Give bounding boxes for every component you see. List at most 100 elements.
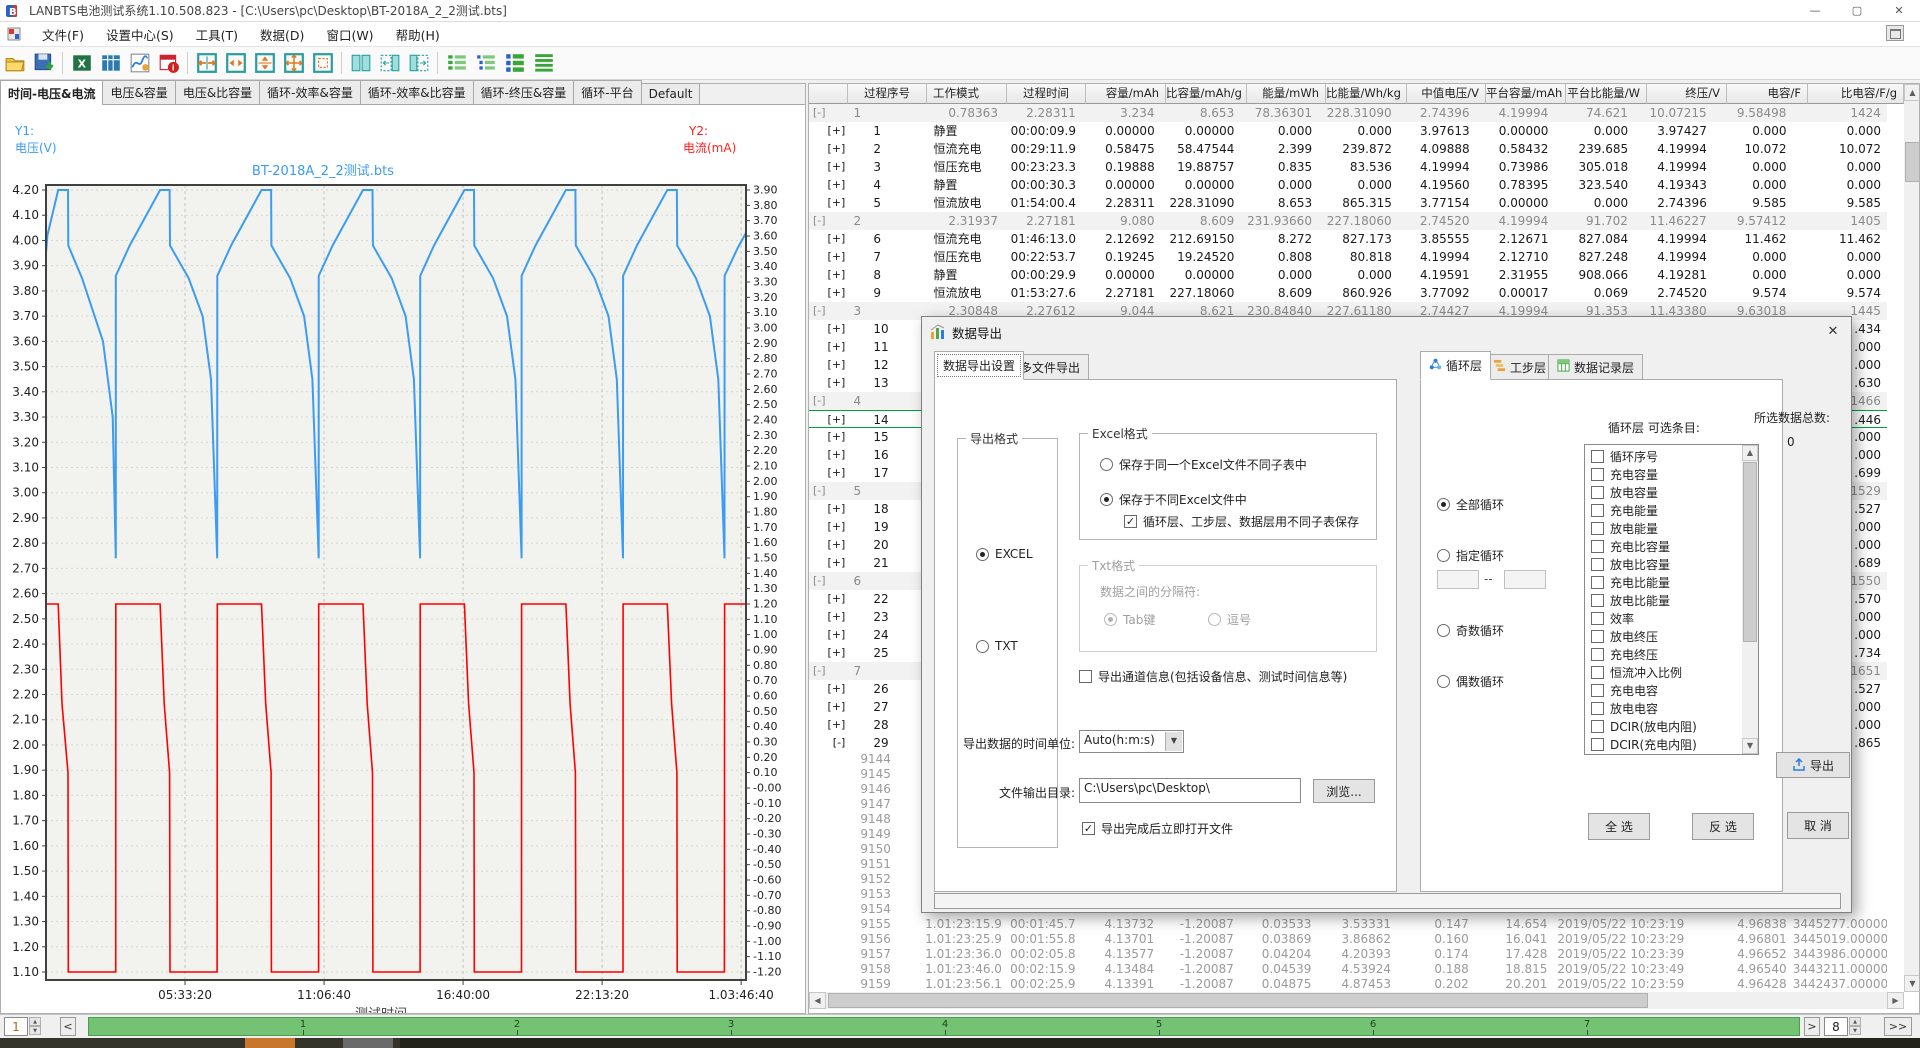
column-header-2[interactable]: 工作模式	[927, 84, 1007, 104]
scope-radio-1[interactable]: 指定循环	[1437, 547, 1504, 564]
table-row[interactable]: [-]22.319372.271819.0808.609231.93660227…	[809, 212, 1887, 230]
table-row[interactable]: [+]6恒流充电01:46:13.02.12692212.691508.2728…	[809, 230, 1887, 248]
table-row[interactable]: [+]1静置00:00:09.90.000000.000000.0000.000…	[809, 122, 1887, 140]
open-file-icon[interactable]	[1, 50, 28, 77]
cycle-item-13[interactable]: 充电电容	[1585, 681, 1742, 699]
column-header-10[interactable]: 平台比能量/W	[1566, 84, 1647, 104]
column-header-8[interactable]: 中值电压/V	[1407, 84, 1486, 104]
dialog-title-bar[interactable]: 数据导出 ✕	[922, 317, 1851, 347]
cancel-button[interactable]: 取 消	[1787, 812, 1849, 839]
cycle-item-8[interactable]: 放电比能量	[1585, 591, 1742, 609]
table-row[interactable]: [+]9恒流放电01:53:27.62.27181227.180608.6098…	[809, 284, 1887, 302]
maximize-button[interactable]: ▢	[1836, 0, 1878, 22]
column-header-7[interactable]: 比能量/Wh/kg	[1326, 84, 1407, 104]
chart-tab-4[interactable]: 循环-效率&比容量	[360, 80, 474, 104]
prev-page-button[interactable]: <	[60, 1017, 76, 1036]
save-file-icon[interactable]	[30, 50, 57, 77]
cycle-to-input[interactable]	[1504, 570, 1546, 589]
table-row[interactable]: 91551.01:23:15.900:01:45.74.13732-1.2008…	[809, 917, 1887, 932]
cycle-item-5[interactable]: 充电比容量	[1585, 537, 1742, 555]
list-tree-icon[interactable]	[472, 50, 499, 77]
cycle-item-4[interactable]: 放电能量	[1585, 519, 1742, 537]
table-row[interactable]: [+]4静置00:00:30.30.000000.000000.0000.000…	[809, 176, 1887, 194]
menu-1[interactable]: 设置中心(S)	[95, 25, 185, 46]
open-after-checkbox[interactable]: ✓导出完成后立即打开文件	[1082, 820, 1233, 837]
cycle-item-9[interactable]: 效率	[1585, 609, 1742, 627]
excel-sheet-split-checkbox[interactable]: ✓循环层、工步层、数据层用不同子表保存	[1124, 513, 1359, 530]
chart-tab-3[interactable]: 循环-效率&容量	[259, 80, 361, 104]
cycle-item-10[interactable]: 放电终压	[1585, 627, 1742, 645]
format-txt-radio[interactable]: TXT	[976, 639, 1018, 653]
cycle-item-7[interactable]: 充电比能量	[1585, 573, 1742, 591]
cycle-item-3[interactable]: 充电能量	[1585, 501, 1742, 519]
schedule-info-icon[interactable]: i	[155, 50, 182, 77]
browse-button[interactable]: 浏览...	[1313, 779, 1375, 803]
table-row[interactable]: 91561.01:23:25.900:01:55.84.13701-1.2008…	[809, 932, 1887, 947]
layer-tab-2[interactable]: 数据记录层	[1548, 354, 1643, 380]
combo-dropdown-icon[interactable]: ▼	[1165, 732, 1182, 751]
menu-3[interactable]: 数据(D)	[249, 25, 315, 46]
table-horizontal-scrollbar[interactable]: ◀ ▶	[809, 992, 1904, 1009]
excel-diff-file-radio[interactable]: 保存于不同Excel文件中	[1100, 491, 1247, 508]
txt-sep-radio-0[interactable]: Tab键	[1104, 611, 1155, 628]
fit-horizontal-icon[interactable]	[193, 50, 220, 77]
next-page-button[interactable]: >	[1804, 1017, 1820, 1036]
pan-horizontal-icon[interactable]	[222, 50, 249, 77]
cycle-from-input[interactable]	[1437, 570, 1479, 589]
invert-select-button[interactable]: 反 选	[1692, 813, 1754, 840]
page-number-spinner[interactable]: ▲▼	[29, 1017, 41, 1036]
dialog-tab-0[interactable]: 数据导出设置	[934, 351, 1024, 380]
report-table-icon[interactable]	[97, 50, 124, 77]
close-button[interactable]: ✕	[1878, 0, 1920, 22]
table-row[interactable]: 91581.01:23:46.000:02:15.94.13484-1.2008…	[809, 962, 1887, 977]
column-header-9[interactable]: 平台容量/mAh	[1486, 84, 1566, 104]
format-excel-radio[interactable]: EXCEL	[976, 547, 1033, 561]
scope-radio-0[interactable]: 全部循环	[1437, 496, 1504, 513]
cycle-item-14[interactable]: 放电电容	[1585, 699, 1742, 717]
mdi-restore-icon[interactable]	[1886, 25, 1904, 41]
table-row[interactable]: [+]7恒压充电00:22:53.70.1924519.245200.80880…	[809, 248, 1887, 266]
cycle-item-2[interactable]: 放电容量	[1585, 483, 1742, 501]
page-progress-bar[interactable]: 1234567	[88, 1017, 1800, 1036]
cycle-item-6[interactable]: 放电比容量	[1585, 555, 1742, 573]
dock-left-icon[interactable]	[376, 50, 403, 77]
table-row[interactable]: 91591.01:23:56.100:02:25.94.13391-1.2008…	[809, 977, 1887, 992]
table-row[interactable]: [+]5恒流放电01:54:00.42.28311228.310908.6538…	[809, 194, 1887, 212]
menu-0[interactable]: 文件(F)	[31, 25, 95, 46]
chart-tab-5[interactable]: 循环-终压&容量	[473, 80, 575, 104]
column-header-0[interactable]	[809, 84, 848, 104]
column-header-6[interactable]: 能量/mWh	[1247, 84, 1326, 104]
minimize-button[interactable]: —	[1794, 0, 1836, 22]
table-vertical-scrollbar[interactable]: ▲ ▼	[1904, 84, 1920, 992]
layer-tab-0[interactable]: 循环层	[1420, 351, 1491, 380]
page-count-input[interactable]: 8	[1824, 1017, 1848, 1036]
chart-tab-0[interactable]: 时间-电压&电流	[0, 80, 103, 105]
cycle-item-0[interactable]: 循环序号	[1585, 447, 1742, 465]
column-header-13[interactable]: 比电容/F/g	[1808, 84, 1904, 104]
chart-curve-icon[interactable]	[126, 50, 153, 77]
cycle-item-16[interactable]: DCIR(充电内阻)	[1585, 735, 1742, 753]
column-header-3[interactable]: 过程时间	[1007, 84, 1086, 104]
excel-export-icon[interactable]: X	[68, 50, 95, 77]
cycle-item-1[interactable]: 充电容量	[1585, 465, 1742, 483]
cycle-item-15[interactable]: DCIR(放电内阻)	[1585, 717, 1742, 735]
select-all-button[interactable]: 全 选	[1588, 813, 1650, 840]
zoom-expand-icon[interactable]	[280, 50, 307, 77]
fit-vertical-icon[interactable]	[251, 50, 278, 77]
table-row[interactable]: [+]2恒流充电00:29:11.90.5847558.475442.39923…	[809, 140, 1887, 158]
list-compact-icon[interactable]	[443, 50, 470, 77]
scope-radio-3[interactable]: 偶数循环	[1437, 673, 1504, 690]
list-detail-icon[interactable]	[501, 50, 528, 77]
menu-4[interactable]: 窗口(W)	[315, 25, 384, 46]
column-header-11[interactable]: 终压/V	[1647, 84, 1727, 104]
menu-2[interactable]: 工具(T)	[185, 25, 249, 46]
last-page-button[interactable]: >>	[1884, 1017, 1912, 1036]
column-header-4[interactable]: 容量/mAh	[1086, 84, 1166, 104]
cycle-item-11[interactable]: 充电终压	[1585, 645, 1742, 663]
list-rows-icon[interactable]	[530, 50, 557, 77]
cycle-item-12[interactable]: 恒流冲入比例	[1585, 663, 1742, 681]
output-dir-input[interactable]: C:\Users\pc\Desktop\	[1079, 778, 1301, 803]
chart-tab-2[interactable]: 电压&比容量	[175, 80, 260, 104]
chart-tab-6[interactable]: 循环-平台	[573, 80, 641, 104]
layer-tab-1[interactable]: 工步层	[1484, 354, 1555, 380]
